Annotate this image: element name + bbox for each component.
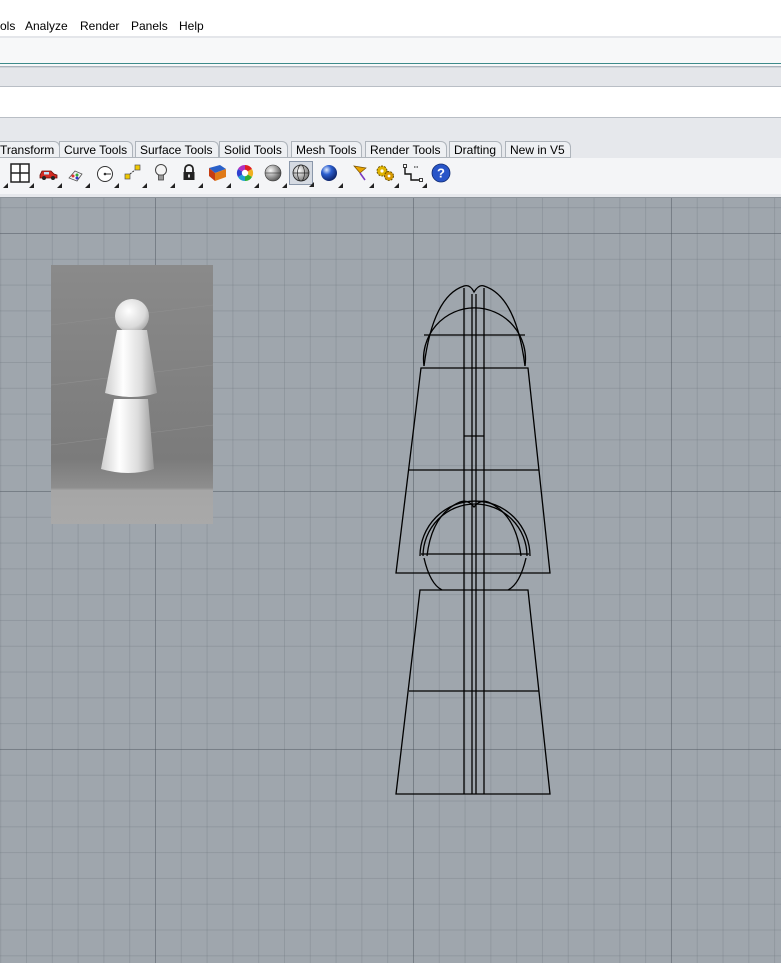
flyout-arrow-icon [254,183,259,188]
menu-bar: ols Analyze Render Panels Help [0,0,781,36]
circle-target-icon[interactable] [93,161,119,188]
menu-help[interactable]: Help [179,19,204,33]
command-prompt-input[interactable] [0,86,781,118]
sphere-blue-icon[interactable] [317,161,343,188]
color-wheel-icon[interactable] [233,161,259,188]
toolbar-row: ? [0,158,781,194]
flyout-arrow-icon [309,182,314,187]
flyout-arrow-icon [422,183,427,188]
flyout-arrow-icon [338,183,343,188]
viewport-layout-icon[interactable] [8,161,34,188]
tab-new-in-v5[interactable]: New in V5 [505,141,571,158]
lightbulb-icon[interactable] [149,161,175,188]
tab-drafting[interactable]: Drafting [449,141,503,158]
command-area [0,36,781,86]
sphere-wire-icon[interactable] [289,161,314,187]
help-icon[interactable]: ? [429,161,453,185]
viewport-canvas[interactable] [0,197,781,963]
tab-surface-tools[interactable]: Surface Tools [135,141,219,158]
dimension-icon[interactable] [401,161,427,188]
history-divider [0,63,781,64]
point-select-icon[interactable] [121,161,147,188]
menu-tools[interactable]: ols [0,19,15,33]
tab-solid-tools[interactable]: Solid Tools [219,141,288,158]
tab-transform[interactable]: Transform [0,141,61,158]
partial-button[interactable] [0,161,8,188]
wireframe-model[interactable] [0,198,781,963]
tab-curve-tools[interactable]: Curve Tools [59,141,134,158]
flyout-arrow-icon [114,183,119,188]
flyout-arrow-icon [394,183,399,188]
flyout-arrow-icon [57,183,62,188]
shaded-box-icon[interactable] [205,161,231,188]
gear-cluster-icon[interactable] [373,161,399,188]
flyout-arrow-icon [282,183,287,188]
tab-mesh-tools[interactable]: Mesh Tools [291,141,363,158]
flyout-arrow-icon [85,183,90,188]
history-divider-secondary [0,66,781,67]
flag-icon[interactable] [348,161,374,188]
lock-icon[interactable] [177,161,203,188]
sphere-gray-icon[interactable] [261,161,287,188]
paint-icon[interactable] [64,161,90,188]
svg-text:?: ? [437,166,445,181]
menu-panels[interactable]: Panels [131,19,168,33]
toolbar-tabs: Transform Curve Tools Surface Tools Soli… [0,141,781,158]
toolbar-area: Transform Curve Tools Surface Tools Soli… [0,118,781,198]
flyout-arrow-icon [29,183,34,188]
flyout-arrow-icon [198,183,203,188]
flyout-arrow-icon [226,183,231,188]
car-icon[interactable] [36,161,62,188]
menu-analyze[interactable]: Analyze [25,19,68,33]
command-history[interactable] [0,38,781,68]
menu-render[interactable]: Render [80,19,119,33]
tab-render-tools[interactable]: Render Tools [365,141,447,158]
flyout-arrow-icon [142,183,147,188]
flyout-arrow-icon [170,183,175,188]
